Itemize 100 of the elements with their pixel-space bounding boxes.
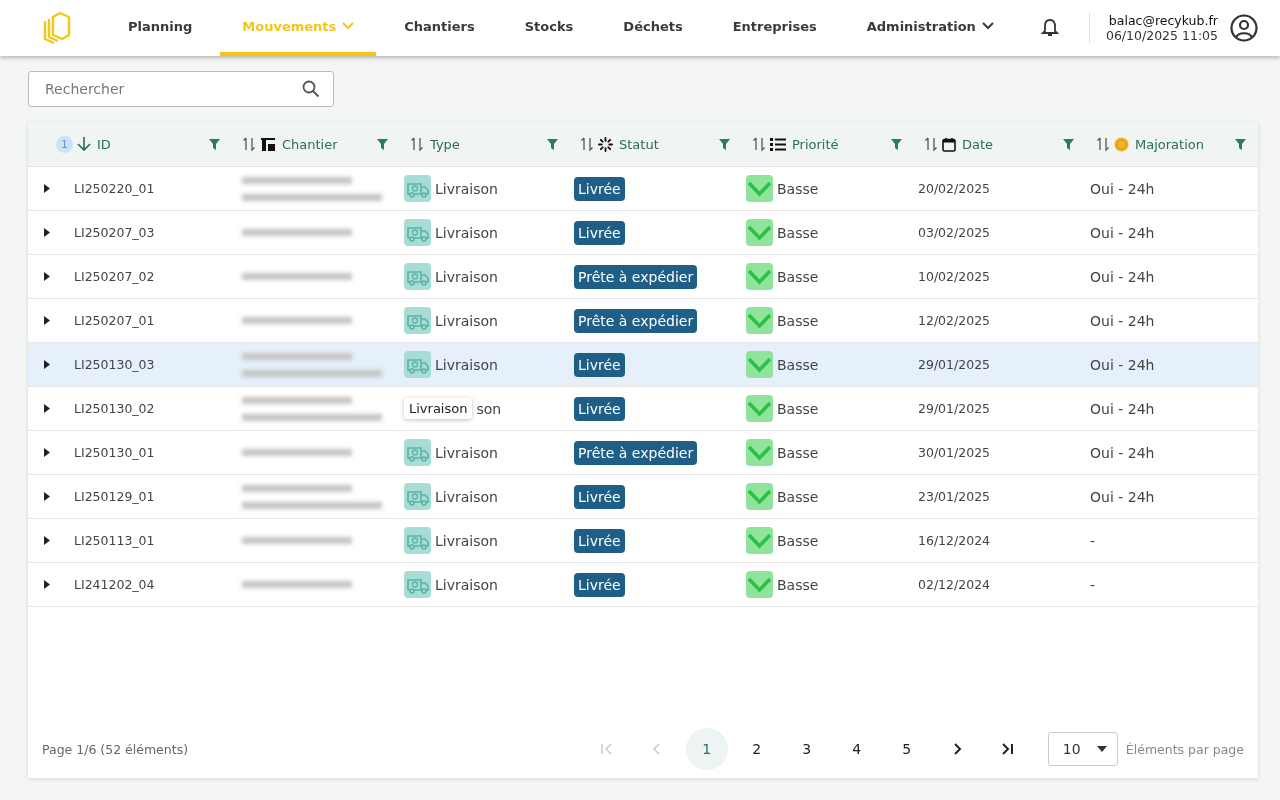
page-size-select[interactable]: 10 <box>1047 732 1118 766</box>
expand-caret-icon[interactable] <box>44 492 50 501</box>
page-button[interactable]: 2 <box>735 728 778 770</box>
sort-icon[interactable] <box>410 136 424 152</box>
table-cell: LI250130_02 <box>74 401 155 416</box>
notification-bell-icon[interactable] <box>1040 18 1059 38</box>
table-cell: Oui - 24h <box>1090 224 1155 241</box>
table-row[interactable]: LI250207_03 Livraison Livrée Basse 03/02/2025 Oui - 24h <box>28 211 1258 255</box>
dropdown-caret-icon <box>1096 746 1107 752</box>
sort-order-badge: 1 <box>56 135 73 153</box>
last-page-icon <box>999 743 1014 755</box>
filter-icon[interactable] <box>547 138 558 150</box>
check-icon <box>746 351 773 378</box>
check-icon <box>746 571 773 598</box>
sort-icon[interactable] <box>1096 136 1110 152</box>
page-size-label: Éléments par page <box>1125 741 1244 757</box>
table-cell: Livraison <box>435 312 498 329</box>
expand-caret-icon[interactable] <box>44 360 50 369</box>
truck-icon <box>404 483 431 510</box>
column-header[interactable]: Statut <box>619 136 659 152</box>
expand-caret-icon[interactable] <box>44 272 50 281</box>
nav-tab[interactable]: Entreprises <box>710 0 839 56</box>
table-row[interactable]: LI250130_01 Livraison Prête à expédier Basse 30/01/2025 Oui - 24h <box>28 431 1258 475</box>
filter-icon[interactable] <box>891 138 902 150</box>
filter-icon[interactable] <box>377 138 388 150</box>
table-cell: 10/02/2025 <box>918 269 991 284</box>
chevron-left-icon <box>651 743 662 755</box>
check-icon <box>746 527 773 554</box>
column-header[interactable]: Date <box>962 136 994 152</box>
table-cell: Oui - 24h <box>1090 444 1155 461</box>
table-cell: Oui - 24h <box>1090 356 1155 373</box>
table-cell: 12/02/2025 <box>918 313 991 328</box>
search-field[interactable]: Rechercher <box>28 71 334 107</box>
check-icon <box>746 439 773 466</box>
column-header[interactable]: Majoration <box>1135 136 1204 152</box>
table-row[interactable]: LI250130_03 Livraison Livrée Basse 29/01/2025 Oui - 24h <box>28 343 1258 387</box>
expand-caret-icon[interactable] <box>44 448 50 457</box>
table-cell: LI250113_01 <box>74 533 155 548</box>
filter-icon[interactable] <box>719 138 730 150</box>
table-row[interactable]: LI250207_02 Livraison Prête à expédier Basse 10/02/2025 Oui - 24h <box>28 255 1258 299</box>
table-cell: Livraison <box>435 532 498 549</box>
status-badge: Prête à expédier <box>574 440 698 465</box>
table-row[interactable]: LI250129_01 Livraison Livrée Basse 23/01/2025 Oui - 24h <box>28 475 1258 519</box>
list-icon <box>770 137 786 151</box>
table-cell: Basse <box>777 488 819 505</box>
sort-down-icon[interactable] <box>77 136 91 152</box>
nav-tab[interactable]: Administration <box>844 0 1016 56</box>
table-cell: Livraison <box>435 488 498 505</box>
first-page-icon <box>599 743 614 755</box>
filter-icon[interactable] <box>1235 138 1246 150</box>
nav-tab[interactable]: Chantiers <box>382 0 497 56</box>
sort-icon[interactable] <box>580 136 594 152</box>
table-cell: LI250207_02 <box>74 269 155 284</box>
page-button[interactable]: 1 <box>685 728 728 770</box>
column-header[interactable]: Priorité <box>792 136 839 152</box>
expand-caret-icon[interactable] <box>44 228 50 237</box>
search-icon[interactable] <box>302 80 320 98</box>
page-button[interactable]: 4 <box>835 728 878 770</box>
table-cell: - <box>1090 532 1096 549</box>
table-cell: Oui - 24h <box>1090 400 1155 417</box>
table-cell: 29/01/2025 <box>918 401 991 416</box>
nav-tab[interactable]: Planning <box>106 0 215 56</box>
nav-tab[interactable]: Déchets <box>601 0 705 56</box>
page-button[interactable]: 5 <box>885 728 928 770</box>
table-cell: Oui - 24h <box>1090 488 1155 505</box>
chevron-right-icon <box>951 743 962 755</box>
table-cell: Basse <box>777 400 819 417</box>
sort-icon[interactable] <box>242 136 256 152</box>
expand-caret-icon[interactable] <box>44 316 50 325</box>
expand-caret-icon[interactable] <box>44 536 50 545</box>
filter-icon[interactable] <box>1063 138 1074 150</box>
check-icon <box>746 175 773 202</box>
table-cell: 20/02/2025 <box>918 181 991 196</box>
tooltip: Livraison <box>404 398 473 419</box>
coin-icon <box>1114 136 1129 152</box>
filter-icon[interactable] <box>209 138 220 150</box>
column-header[interactable]: ID <box>97 136 111 152</box>
calendar-icon <box>942 136 956 152</box>
table-cell: Livraison <box>435 356 498 373</box>
table-row[interactable]: LI250220_01 Livraison Livrée Basse 20/02/2025 Oui - 24h <box>28 167 1258 211</box>
truck-icon <box>404 175 431 202</box>
table-cell: LI250129_01 <box>74 489 155 504</box>
table-row[interactable]: LI241202_04 Livraison Livrée Basse 02/12/2024 - <box>28 563 1258 607</box>
spinner-icon <box>598 136 613 152</box>
table-row[interactable]: LI250130_02 Livraison son Livrée Basse 29/01/2025 Oui - 24h <box>28 387 1258 431</box>
table-cell: Basse <box>777 576 819 593</box>
expand-caret-icon[interactable] <box>44 184 50 193</box>
date-time: 06/10/2025 11:05 <box>1105 28 1218 43</box>
sort-icon[interactable] <box>752 136 766 152</box>
sort-icon[interactable] <box>924 136 938 152</box>
status-badge: Livrée <box>574 484 625 509</box>
nav-tab[interactable]: Stocks <box>502 0 596 56</box>
user-avatar-icon[interactable] <box>1230 14 1258 42</box>
status-badge: Prête à expédier <box>574 264 698 289</box>
page-button[interactable]: 3 <box>785 728 828 770</box>
column-header[interactable]: Chantier <box>282 136 338 152</box>
table-row[interactable]: LI250113_01 Livraison Livrée Basse 16/12/2024 - <box>28 519 1258 563</box>
expand-caret-icon[interactable] <box>44 580 50 589</box>
expand-caret-icon[interactable] <box>44 404 50 413</box>
column-header[interactable]: Type <box>430 136 460 152</box>
